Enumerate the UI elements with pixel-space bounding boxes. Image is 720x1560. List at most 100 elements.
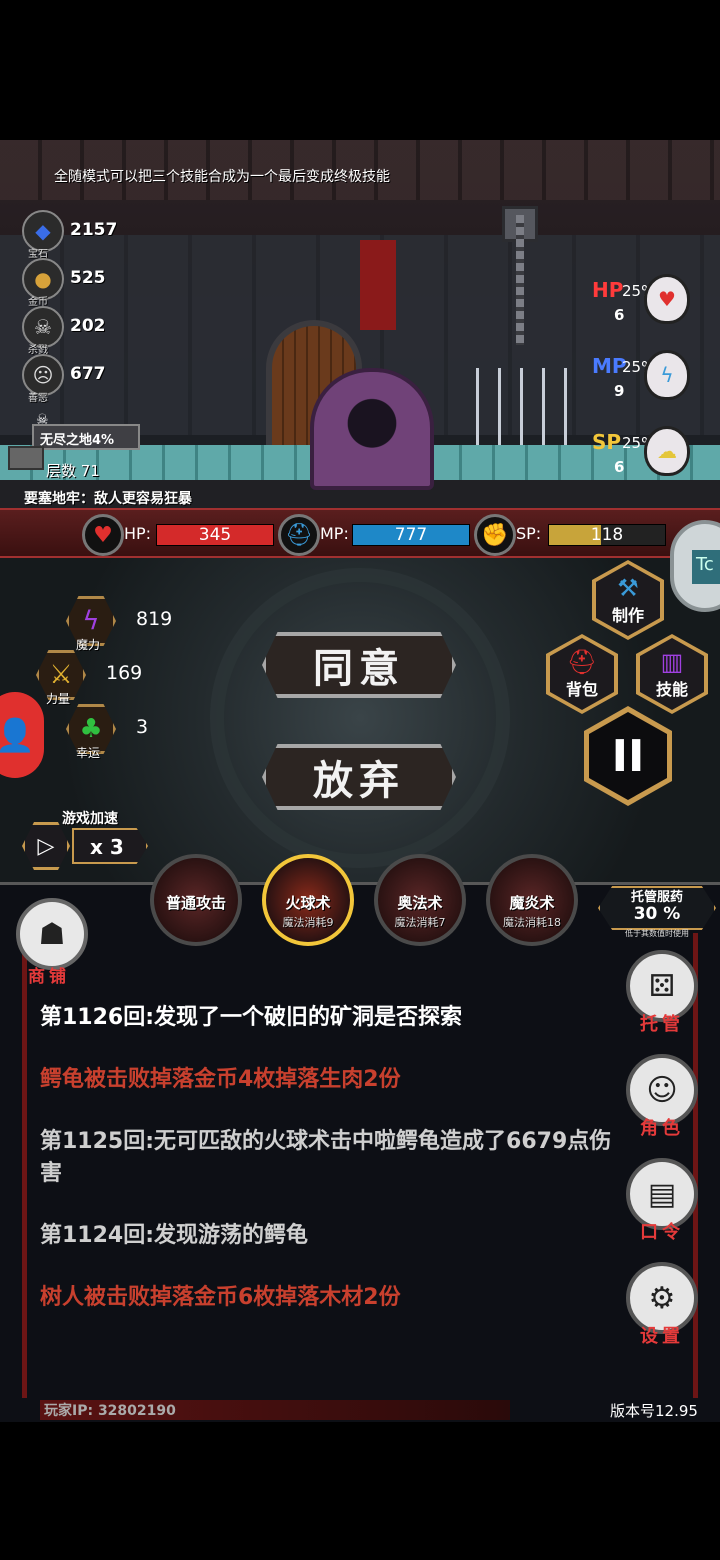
- character-button[interactable]: ☺ 角色: [624, 1054, 700, 1150]
- side-label: 设置: [640, 1326, 684, 1347]
- agree-button[interactable]: 同意: [262, 632, 456, 698]
- potion-count: 6: [614, 458, 625, 476]
- tip-text: 全随模式可以把三个技能合成为一个最后变成终极技能: [54, 169, 390, 185]
- skill-fireball[interactable]: 火球术 魔法消耗9: [262, 854, 354, 946]
- skill-demon-flame[interactable]: 魔炎术 魔法消耗18: [486, 854, 578, 946]
- code-button[interactable]: ▤ 口令: [624, 1158, 700, 1254]
- skill-cost: 魔法消耗7: [394, 916, 446, 929]
- log-line: 鳄龟被击败掉落金币4枚掉落生肉2份: [40, 1067, 401, 1092]
- sp-potion[interactable]: SP 25% 6 ☁: [588, 426, 698, 490]
- mp-potion[interactable]: MP 25% 9 ϟ: [588, 350, 698, 414]
- attribute-magic: ϟ 魔力 819: [66, 596, 256, 652]
- skill-name: 普通攻击: [165, 894, 226, 912]
- strongman-icon: ✊: [474, 514, 516, 556]
- log-line: 第1125回:无可匹敌的火球术击中啦鳄龟造成了6679点伤害: [40, 1129, 612, 1186]
- skill-normal-attack[interactable]: 普通攻击: [150, 854, 242, 946]
- craft-label: 制作: [611, 606, 644, 625]
- auto-potion-sub: 低于其数值时使用: [625, 929, 689, 938]
- stat-name: HP:: [124, 524, 152, 543]
- side-label: 口令: [640, 1222, 684, 1243]
- helmet-icon: ⛑: [278, 514, 320, 556]
- resource-value: 677: [70, 364, 106, 384]
- stat-name: MP:: [320, 524, 349, 543]
- endless-land-plate: ☠ 无尽之地4% 层数 71: [8, 412, 140, 480]
- mp-potion-icon: ϟ: [644, 350, 690, 400]
- tool-icon: Tc: [692, 550, 720, 584]
- play-icon[interactable]: ▷: [22, 822, 70, 870]
- hp-potion-icon: ♥: [644, 274, 690, 324]
- speed-control[interactable]: ▷ x 3: [22, 822, 148, 870]
- sp-potion-icon: ☁: [644, 426, 690, 476]
- layer-count: 层数 71: [46, 462, 100, 480]
- edge-float-button[interactable]: Tc: [670, 520, 720, 612]
- auto-button[interactable]: ⚄ 托管: [624, 950, 700, 1046]
- stat-value: 118: [590, 525, 624, 545]
- auto-potion-threshold[interactable]: 托管服药 30 % 低于其数值时使用: [598, 882, 716, 942]
- skills-label: 技能: [655, 680, 688, 699]
- bag-label: 背包: [565, 680, 598, 699]
- pause-icon: II: [589, 712, 667, 800]
- attribute-strength: ⚔ 力量 169: [36, 650, 226, 706]
- attribute-caption: 幸运: [76, 746, 101, 760]
- player-ip: 玩家IP: 32802190: [44, 1403, 176, 1419]
- hp-stat: ♥ HP: 345: [82, 514, 278, 556]
- skill-name: 魔炎术: [509, 894, 555, 912]
- potion-count: 6: [614, 306, 625, 324]
- helmet-bag-icon: ⛑: [566, 648, 598, 676]
- settings-button[interactable]: ⚙ 设置: [624, 1262, 700, 1358]
- game-screen: 全随模式可以把三个技能合成为一个最后变成终极技能 ◆ 宝石 2157 ● 金币 …: [0, 140, 720, 1422]
- auto-potion-percent: 30 %: [633, 904, 681, 924]
- resource-kills: ☠ 杀戮 202: [22, 306, 142, 356]
- auto-potion-title: 托管服药: [630, 890, 683, 905]
- abandon-button[interactable]: 放弃: [262, 744, 456, 810]
- stat-name: SP:: [516, 524, 542, 543]
- potion-label: SP: [592, 430, 622, 454]
- spellbook-icon: ▥: [660, 648, 684, 676]
- stat-value: 345: [198, 525, 232, 545]
- side-label: 托管: [640, 1014, 684, 1035]
- stat-value: 777: [394, 525, 428, 545]
- resource-coins: ● 金币 525: [22, 258, 142, 308]
- footer-bar: 玩家IP: 32802190 版本号12.95: [0, 1398, 720, 1422]
- resource-gems: ◆ 宝石 2157: [22, 210, 142, 260]
- battle-log: 第1126回:发现了一个破旧的矿洞是否探索 鳄龟被击败掉落金币4枚掉落生肉2份 …: [40, 1002, 620, 1344]
- hooded-enemy-sprite: [310, 368, 434, 490]
- hanging-chain: [516, 215, 524, 345]
- skill-name: 火球术: [285, 894, 331, 912]
- mp-stat: ⛑ MP: 777: [278, 514, 474, 556]
- resource-caption: 善恶: [28, 393, 48, 404]
- log-line: 第1126回:发现了一个破旧的矿洞是否探索: [40, 1005, 463, 1030]
- speed-multiplier[interactable]: x 3: [72, 828, 148, 864]
- shop-button[interactable]: ☗ 商铺: [16, 898, 88, 987]
- hp-potion[interactable]: HP 25% 6 ♥: [588, 274, 698, 338]
- hammer-icon: ⚒: [617, 574, 639, 602]
- attribute-luck: ♣ 幸运 3: [66, 704, 256, 760]
- attribute-value: 169: [106, 662, 143, 684]
- dungeon-modifier: 要塞地牢：敌人更容易狂暴: [24, 491, 192, 507]
- attribute-value: 3: [136, 716, 149, 738]
- heart-icon: ♥: [82, 514, 124, 556]
- user-icon: 👤: [0, 716, 35, 754]
- shop-label: 商铺: [28, 967, 70, 987]
- skill-name: 奥法术: [397, 894, 443, 912]
- skill-cost: 魔法消耗9: [282, 916, 334, 929]
- stone-tablet-icon: [8, 446, 44, 470]
- resource-karma: ☹ 善恶 677: [22, 354, 142, 404]
- side-label: 角色: [640, 1118, 684, 1139]
- endless-title: 无尽之地4%: [32, 424, 140, 450]
- resource-value: 525: [70, 268, 106, 288]
- sp-stat: ✊ SP: 118: [474, 514, 670, 556]
- stats-bar: ♥ HP: 345 ⛑ MP: 777 ✊ SP: 118: [0, 508, 720, 558]
- log-line: 第1124回:发现游荡的鳄龟: [40, 1223, 309, 1248]
- red-banner: [360, 240, 396, 330]
- attribute-value: 819: [136, 608, 173, 630]
- version-label: 版本号12.95: [610, 1402, 698, 1420]
- potion-count: 9: [614, 382, 625, 400]
- skill-cost: 魔法消耗18: [503, 916, 561, 929]
- potion-label: HP: [592, 278, 624, 302]
- shopkeeper-icon: ☗: [16, 898, 88, 970]
- profile-float-button[interactable]: 👤: [0, 692, 44, 778]
- skill-arcane[interactable]: 奥法术 魔法消耗7: [374, 854, 466, 946]
- log-line: 树人被击败掉落金币6枚掉落木材2份: [40, 1285, 401, 1310]
- resource-value: 2157: [70, 220, 118, 240]
